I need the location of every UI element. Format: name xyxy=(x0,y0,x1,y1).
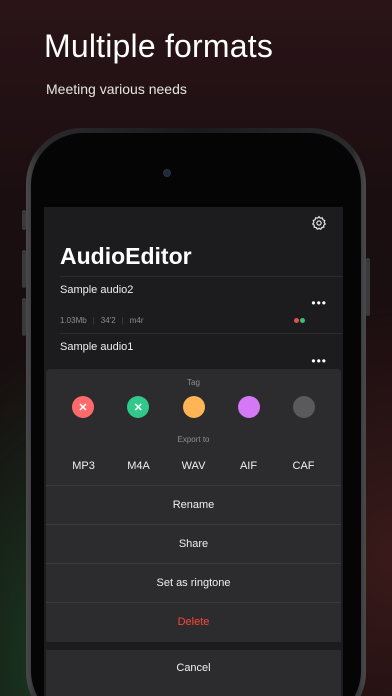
duration: 34'2 xyxy=(100,316,116,325)
file-format: m4r xyxy=(129,316,144,325)
more-button[interactable]: ••• xyxy=(311,297,327,309)
share-button[interactable]: Share xyxy=(46,524,341,563)
more-button[interactable]: ••• xyxy=(311,355,327,367)
list-item-meta: 1.03Mb | 34'2 | m4r xyxy=(60,316,144,325)
file-size: 1.03Mb xyxy=(60,316,87,325)
export-label: Export to xyxy=(177,435,210,444)
divider xyxy=(60,333,343,334)
tag-gray[interactable] xyxy=(293,396,315,418)
action-sheet: Tag ✕ ✕ Export to MP3 M4A WAV AIF CAF Re… xyxy=(46,369,341,696)
separator: | xyxy=(121,316,124,325)
list-item-title[interactable]: Sample audio2 xyxy=(60,284,133,296)
format-mp3[interactable]: MP3 xyxy=(62,460,106,472)
set-ringtone-button[interactable]: Set as ringtone xyxy=(46,563,341,602)
list-item-title[interactable]: Sample audio1 xyxy=(60,341,133,353)
tag-dots xyxy=(294,318,305,323)
headline: Multiple formats xyxy=(44,28,274,64)
sheet-gap xyxy=(46,642,341,650)
subhead: Meeting various needs xyxy=(46,81,187,97)
app-title: AudioEditor xyxy=(60,243,192,269)
side-button-mute xyxy=(22,210,26,230)
close-icon: ✕ xyxy=(133,401,143,414)
format-wav[interactable]: WAV xyxy=(172,460,216,472)
format-aif[interactable]: AIF xyxy=(227,460,271,472)
side-button-volume-down xyxy=(22,298,26,336)
tag-purple[interactable] xyxy=(237,396,260,418)
rename-button[interactable]: Rename xyxy=(46,485,341,524)
tag-red[interactable]: ✕ xyxy=(72,396,94,418)
tag-dot-red xyxy=(294,318,299,323)
format-m4a[interactable]: M4A xyxy=(117,460,161,472)
side-button-power xyxy=(366,258,370,316)
cancel-button[interactable]: Cancel xyxy=(46,650,341,686)
divider xyxy=(60,276,343,277)
format-caf[interactable]: CAF xyxy=(282,460,326,472)
delete-button[interactable]: Delete xyxy=(46,602,341,641)
tag-picker: ✕ ✕ xyxy=(72,396,315,418)
close-icon: ✕ xyxy=(78,401,88,414)
tag-dot-green xyxy=(300,318,305,323)
format-options: MP3 M4A WAV AIF CAF xyxy=(56,460,331,472)
separator: | xyxy=(92,316,95,325)
app-screen: AudioEditor Sample audio2 ••• 1.03Mb | 3… xyxy=(44,207,343,696)
tag-green[interactable]: ✕ xyxy=(127,396,150,418)
side-button-volume-up xyxy=(22,250,26,288)
gear-icon[interactable] xyxy=(311,215,327,231)
camera-icon xyxy=(163,169,171,177)
tag-label: Tag xyxy=(187,378,200,387)
tag-orange[interactable] xyxy=(182,396,205,418)
